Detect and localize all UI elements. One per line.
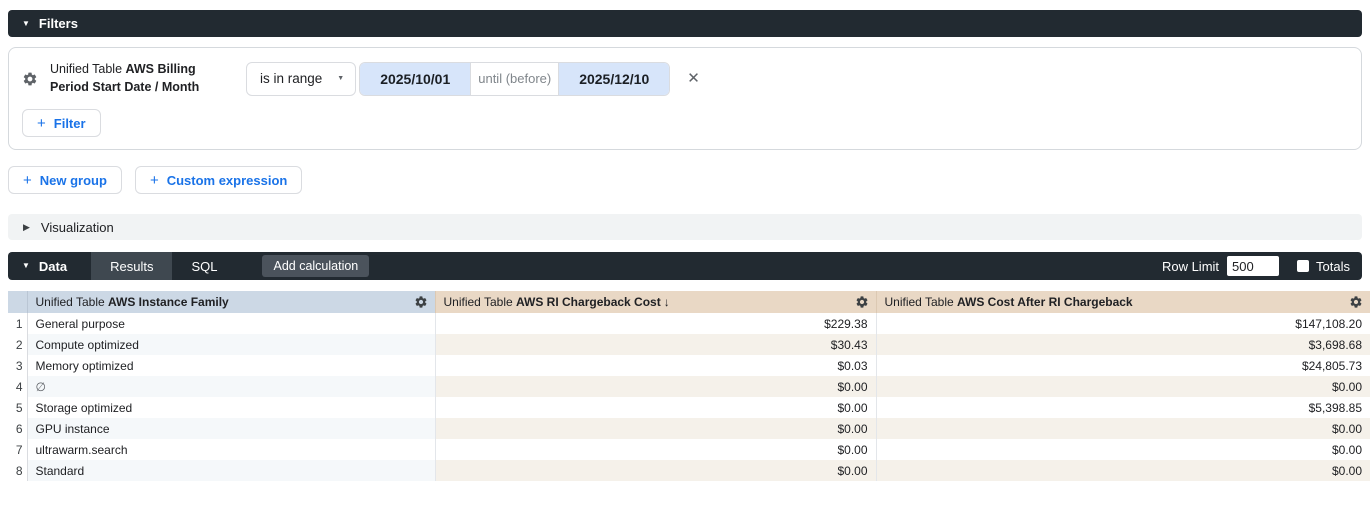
filter-until-input[interactable]: until (before) — [470, 63, 559, 95]
cell-cost-after-ri[interactable]: $3,698.68 — [876, 334, 1370, 355]
custom-expression-button[interactable]: + Custom expression — [135, 166, 302, 194]
cell-cost-after-ri[interactable]: $0.00 — [876, 439, 1370, 460]
cell-instance-family[interactable]: General purpose — [27, 313, 435, 334]
row-limit-label: Row Limit — [1162, 259, 1219, 274]
row-number-header — [8, 291, 27, 313]
table-row: 2 Compute optimized $30.43 $3,698.68 — [8, 334, 1370, 355]
row-number: 7 — [8, 439, 27, 460]
cell-cost-after-ri[interactable]: $5,398.85 — [876, 397, 1370, 418]
row-number: 6 — [8, 418, 27, 439]
cell-ri-chargeback-cost[interactable]: $30.43 — [435, 334, 876, 355]
remove-filter-icon[interactable]: ✕ — [687, 71, 700, 86]
data-section-header: ▼ Data Results SQL Add calculation Row L… — [8, 252, 1362, 280]
filter-row: Unified Table AWS Billing Period Start D… — [22, 61, 1348, 96]
tab-sql[interactable]: SQL — [172, 252, 236, 280]
visualization-section-title: Visualization — [41, 220, 114, 235]
cell-ri-chargeback-cost[interactable]: $0.00 — [435, 376, 876, 397]
filter-date-to-input[interactable]: 2025/12/10 — [559, 63, 669, 95]
column-header-cost-after-ri-chargeback[interactable]: Unified Table AWS Cost After RI Chargeba… — [876, 291, 1370, 313]
filter-operator-dropdown[interactable]: is in range ▼ — [246, 62, 356, 96]
data-section-title: Data — [39, 259, 67, 274]
cell-instance-family[interactable]: ultrawarm.search — [27, 439, 435, 460]
filters-section-header[interactable]: ▼ Filters — [8, 10, 1362, 37]
column-header-instance-family[interactable]: Unified Table AWS Instance Family — [27, 291, 435, 313]
plus-icon: + — [23, 173, 32, 188]
totals-checkbox[interactable] — [1297, 260, 1309, 272]
collapse-caret-icon[interactable]: ▼ — [22, 262, 30, 270]
row-number: 5 — [8, 397, 27, 418]
new-group-label: New group — [40, 173, 107, 188]
filter-settings-gear-icon[interactable] — [22, 71, 38, 87]
row-number: 1 — [8, 313, 27, 334]
visualization-section-header[interactable]: ▶ Visualization — [8, 214, 1362, 240]
table-row: 6 GPU instance $0.00 $0.00 — [8, 418, 1370, 439]
filters-section-title: Filters — [39, 16, 78, 31]
cell-cost-after-ri[interactable]: $147,108.20 — [876, 313, 1370, 334]
row-number: 3 — [8, 355, 27, 376]
filter-date-range-group: 2025/10/01 until (before) 2025/12/10 — [359, 62, 670, 96]
column-gear-icon[interactable] — [414, 295, 428, 309]
cell-cost-after-ri[interactable]: $0.00 — [876, 376, 1370, 397]
filter-date-from-input[interactable]: 2025/10/01 — [360, 63, 470, 95]
results-table: Unified Table AWS Instance Family Unifie… — [8, 291, 1370, 481]
table-row: 4 ∅ $0.00 $0.00 — [8, 376, 1370, 397]
plus-icon: + — [150, 173, 159, 188]
table-row: 5 Storage optimized $0.00 $5,398.85 — [8, 397, 1370, 418]
totals-label: Totals — [1316, 259, 1350, 274]
cell-instance-family[interactable]: ∅ — [27, 376, 435, 397]
column-header-ri-chargeback-cost[interactable]: Unified Table AWS RI Chargeback Cost↓ — [435, 291, 876, 313]
cell-cost-after-ri[interactable]: $0.00 — [876, 460, 1370, 481]
row-number: 8 — [8, 460, 27, 481]
add-filter-button[interactable]: + Filter — [22, 109, 101, 137]
filters-panel: Unified Table AWS Billing Period Start D… — [8, 47, 1362, 150]
filter-operator-value: is in range — [260, 71, 322, 86]
filter-field-prefix: Unified Table — [50, 62, 122, 76]
cell-ri-chargeback-cost[interactable]: $0.00 — [435, 397, 876, 418]
custom-expression-label: Custom expression — [167, 173, 288, 188]
cell-cost-after-ri[interactable]: $0.00 — [876, 418, 1370, 439]
cell-instance-family[interactable]: Memory optimized — [27, 355, 435, 376]
table-row: 7 ultrawarm.search $0.00 $0.00 — [8, 439, 1370, 460]
cell-cost-after-ri[interactable]: $24,805.73 — [876, 355, 1370, 376]
cell-ri-chargeback-cost[interactable]: $0.00 — [435, 439, 876, 460]
column-gear-icon[interactable] — [1349, 295, 1363, 309]
cell-ri-chargeback-cost[interactable]: $0.00 — [435, 460, 876, 481]
plus-icon: + — [37, 116, 46, 131]
cell-instance-family[interactable]: GPU instance — [27, 418, 435, 439]
cell-ri-chargeback-cost[interactable]: $0.00 — [435, 418, 876, 439]
expand-caret-icon: ▶ — [23, 223, 30, 232]
row-number: 2 — [8, 334, 27, 355]
new-group-button[interactable]: + New group — [8, 166, 122, 194]
table-row: 3 Memory optimized $0.03 $24,805.73 — [8, 355, 1370, 376]
chevron-down-icon: ▼ — [337, 75, 344, 82]
column-gear-icon[interactable] — [855, 295, 869, 309]
cell-instance-family[interactable]: Storage optimized — [27, 397, 435, 418]
cell-instance-family[interactable]: Compute optimized — [27, 334, 435, 355]
sort-desc-icon: ↓ — [664, 295, 670, 309]
row-number: 4 — [8, 376, 27, 397]
cell-ri-chargeback-cost[interactable]: $0.03 — [435, 355, 876, 376]
filter-field-label: Unified Table AWS Billing Period Start D… — [50, 61, 226, 96]
row-limit-input[interactable] — [1227, 256, 1279, 276]
add-calculation-button[interactable]: Add calculation — [262, 255, 369, 277]
cell-instance-family[interactable]: Standard — [27, 460, 435, 481]
add-filter-label: Filter — [54, 116, 86, 131]
tab-results[interactable]: Results — [91, 252, 172, 280]
cell-ri-chargeback-cost[interactable]: $229.38 — [435, 313, 876, 334]
table-row: 1 General purpose $229.38 $147,108.20 — [8, 313, 1370, 334]
filter-actions-row: + New group + Custom expression — [8, 166, 1362, 194]
table-header-row: Unified Table AWS Instance Family Unifie… — [8, 291, 1370, 313]
collapse-caret-icon: ▼ — [22, 20, 30, 28]
table-row: 8 Standard $0.00 $0.00 — [8, 460, 1370, 481]
